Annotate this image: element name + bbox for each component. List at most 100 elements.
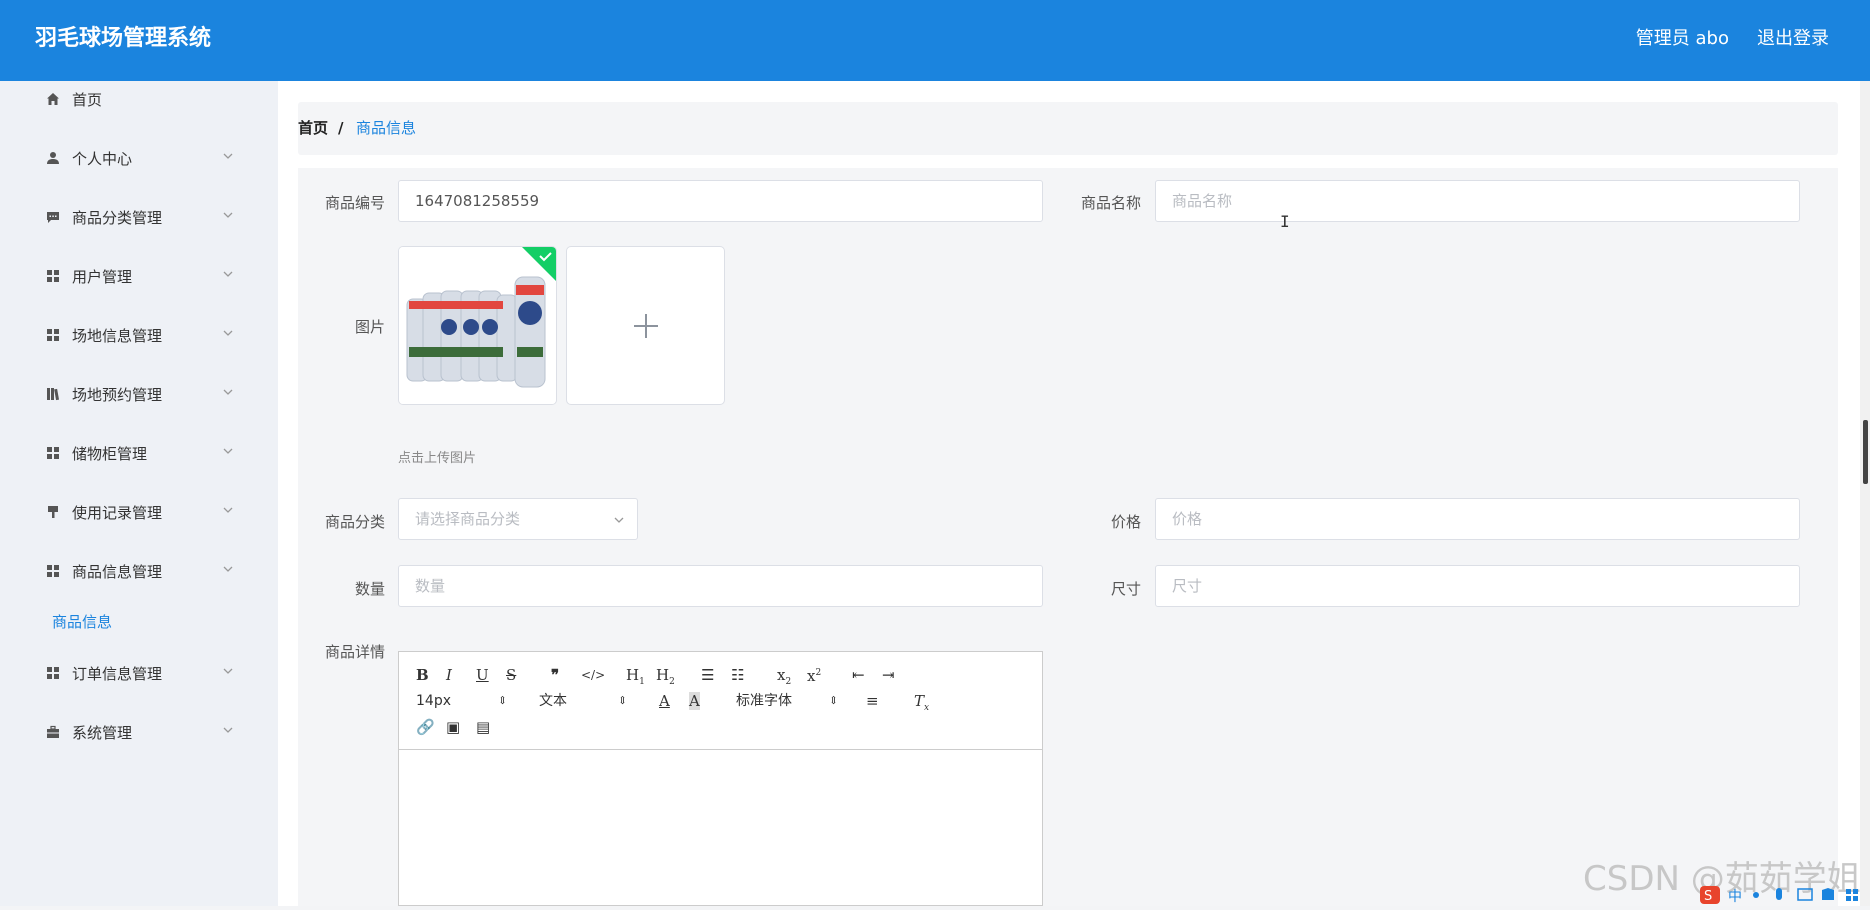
current-user: 管理员 abo — [1635, 28, 1729, 49]
page-scrollbar-thumb[interactable] — [1863, 420, 1868, 484]
strikethrough-icon[interactable]: S — [506, 666, 516, 684]
sidebar-item-usage-records[interactable]: 使用记录管理 — [0, 494, 278, 534]
sidebar-item-label: 场地预约管理 — [72, 386, 163, 404]
chevron-down-icon — [223, 330, 233, 336]
quantity-input[interactable] — [398, 565, 1043, 607]
sidebar-item-label: 场地信息管理 — [72, 327, 163, 345]
background-color-icon[interactable]: A — [689, 692, 700, 710]
ime-icons: S 中 — [1700, 886, 1858, 905]
image-label: 图片 — [354, 318, 385, 336]
svg-text:S: S — [1704, 889, 1712, 904]
clear-format-icon[interactable]: Tx — [914, 692, 929, 717]
breadcrumb-current: 商品信息 — [356, 119, 417, 137]
grid-icon — [47, 447, 59, 459]
detail-label: 商品详情 — [324, 643, 385, 661]
chevron-down-icon — [223, 448, 233, 454]
brush-icon — [48, 506, 58, 518]
home-icon — [47, 93, 59, 105]
subscript-icon[interactable]: x2 — [777, 666, 791, 691]
sidebar-item-locker-mgmt[interactable]: 储物柜管理 — [0, 435, 278, 475]
chevron-down-icon — [223, 727, 233, 733]
price-input[interactable] — [1155, 498, 1800, 540]
text-cursor-icon: I — [1280, 212, 1290, 231]
product-name-label: 商品名称 — [1080, 194, 1141, 212]
quantity-label: 数量 — [354, 580, 385, 598]
briefcase-icon — [47, 725, 59, 738]
grid-icon — [47, 565, 59, 577]
sidebar-item-personal-center[interactable]: 个人中心 — [0, 140, 278, 180]
sidebar-item-venue-booking[interactable]: 场地预约管理 — [0, 376, 278, 416]
bold-icon[interactable]: B — [416, 666, 429, 684]
logout-button[interactable]: 退出登录 — [1757, 0, 1829, 78]
underline-icon[interactable]: U — [476, 666, 489, 684]
chevron-updown-icon: ⇕ — [618, 694, 628, 707]
code-icon[interactable]: </> — [581, 666, 605, 684]
sidebar-item-system-mgmt[interactable]: 系统管理 — [0, 714, 278, 754]
comment-icon — [47, 212, 59, 223]
sidebar-item-label: 使用记录管理 — [72, 504, 163, 522]
chevron-down-icon — [223, 566, 233, 572]
editor-toolbar: B I U S ❞ </> H1 H2 ☰ ☷ x2 x2 ⇤ ⇥ 14px ⇕… — [399, 652, 1042, 750]
product-name-input[interactable] — [1155, 180, 1800, 222]
chevron-down-icon — [223, 389, 233, 395]
font-family-select[interactable]: 标准字体 — [736, 692, 792, 710]
app-title: 羽毛球场管理系统 — [35, 26, 212, 51]
category-label: 商品分类 — [324, 513, 385, 531]
image-icon[interactable]: ▣ — [446, 718, 460, 736]
user-icon — [47, 152, 59, 164]
size-label: 尺寸 — [1110, 580, 1141, 598]
sidebar-item-label: 个人中心 — [72, 150, 133, 168]
chevron-down-icon — [223, 668, 233, 674]
video-icon[interactable]: ▤ — [476, 718, 490, 736]
chevron-down-icon — [223, 212, 233, 218]
upload-add-button[interactable] — [566, 246, 725, 405]
upload-hint: 点击上传图片 — [398, 451, 477, 466]
outdent-icon[interactable]: ⇤ — [852, 666, 865, 684]
size-input[interactable] — [1155, 565, 1800, 607]
text-type-select[interactable]: 文本 — [539, 692, 567, 710]
heading2-icon[interactable]: H2 — [656, 666, 675, 691]
sidebar-item-category-mgmt[interactable]: 商品分类管理 — [0, 199, 278, 239]
link-icon[interactable]: 🔗 — [416, 718, 435, 736]
chevron-down-icon — [223, 153, 233, 159]
sidebar-item-venue-info[interactable]: 场地信息管理 — [0, 317, 278, 357]
uploaded-image-thumbnail[interactable] — [398, 246, 557, 405]
ime-toolbar: S 中 — [1698, 884, 1870, 906]
sidebar-subitem-product-info[interactable]: 商品信息 — [0, 604, 278, 640]
breadcrumb-home[interactable]: 首页 — [298, 102, 328, 155]
sidebar-item-label: 系统管理 — [72, 724, 133, 742]
editor-content-area[interactable] — [399, 750, 1042, 905]
svg-text:中: 中 — [1728, 889, 1742, 905]
chevron-down-icon — [223, 507, 233, 513]
sidebar: 首页 个人中心 商品分类管理 用户管理 场地信息管理 场地预约管理 储物柜管理 … — [0, 81, 278, 906]
indent-icon[interactable]: ⇥ — [882, 666, 895, 684]
font-color-icon[interactable]: A — [659, 692, 670, 710]
grid-icon — [47, 329, 59, 341]
sidebar-item-product-mgmt[interactable]: 商品信息管理 — [0, 553, 278, 593]
product-code-input[interactable] — [398, 180, 1043, 222]
sidebar-item-label: 商品分类管理 — [72, 209, 163, 227]
upload-success-icon — [522, 247, 556, 281]
price-label: 价格 — [1110, 513, 1141, 531]
breadcrumb: 首页 / 商品信息 — [298, 102, 1838, 155]
sidebar-item-label: 储物柜管理 — [72, 445, 148, 463]
italic-icon[interactable]: I — [446, 666, 452, 684]
chevron-down-icon — [223, 271, 233, 277]
sidebar-item-order-mgmt[interactable]: 订单信息管理 — [0, 655, 278, 695]
page-scrollbar[interactable] — [1860, 81, 1870, 906]
category-select-placeholder: 请选择商品分类 — [415, 510, 521, 528]
heading1-icon[interactable]: H1 — [626, 666, 645, 691]
sidebar-item-user-mgmt[interactable]: 用户管理 — [0, 258, 278, 298]
plus-icon — [634, 314, 658, 338]
bullet-list-icon[interactable]: ☷ — [731, 666, 744, 684]
sidebar-item-label: 首页 — [72, 91, 103, 109]
ordered-list-icon[interactable]: ☰ — [701, 666, 714, 684]
align-icon[interactable]: ≡ — [866, 692, 879, 710]
font-size-select[interactable]: 14px — [416, 692, 451, 710]
superscript-icon[interactable]: x2 — [807, 664, 821, 685]
grid-icon — [47, 667, 59, 679]
sidebar-item-home[interactable]: 首页 — [0, 81, 278, 121]
blockquote-icon[interactable]: ❞ — [551, 666, 559, 684]
rich-text-editor: B I U S ❞ </> H1 H2 ☰ ☷ x2 x2 ⇤ ⇥ 14px ⇕… — [398, 651, 1043, 906]
category-select[interactable]: 请选择商品分类 — [398, 498, 638, 540]
